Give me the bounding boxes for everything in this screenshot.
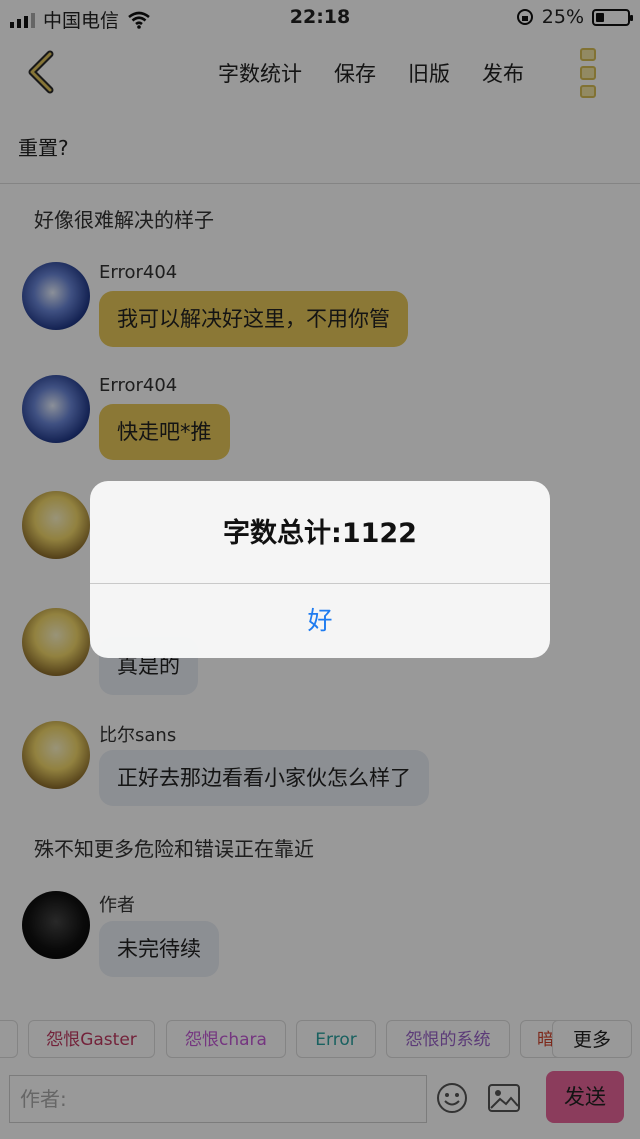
word-count-dialog: 字数总计:1122 好 <box>90 481 550 658</box>
dialog-message: 字数总计:1122 <box>223 518 417 549</box>
dialog-ok-button[interactable]: 好 <box>90 584 550 658</box>
